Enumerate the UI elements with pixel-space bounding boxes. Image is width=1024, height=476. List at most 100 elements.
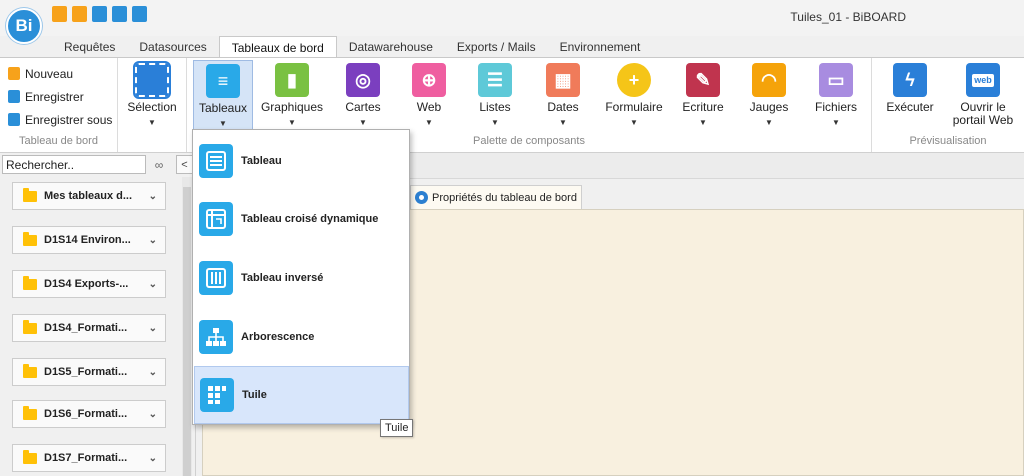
folder-icon bbox=[23, 231, 37, 246]
selection-button[interactable]: Sélection ▼ bbox=[118, 60, 186, 132]
vertical-scrollbar[interactable] bbox=[182, 177, 192, 476]
tab-tableaux-de-bord[interactable]: Tableaux de bord bbox=[218, 36, 337, 58]
new-button[interactable]: Nouveau bbox=[0, 62, 117, 85]
gauges-button[interactable]: ◠ Jauges ▼ bbox=[739, 60, 799, 132]
form-button[interactable]: + Formulaire ▼ bbox=[601, 60, 667, 132]
scrollbar-thumb[interactable] bbox=[183, 187, 191, 476]
new-label: Nouveau bbox=[25, 66, 74, 81]
lightning-icon: ϟ bbox=[893, 63, 927, 97]
web-label: Web bbox=[416, 100, 442, 114]
chevron-down-icon[interactable]: ⌄ bbox=[149, 191, 157, 202]
folder-item[interactable]: D1S7_Formati... ⌄ bbox=[12, 444, 166, 472]
save-icon[interactable] bbox=[92, 6, 107, 22]
menu-item-label: Tableau inversé bbox=[241, 272, 324, 284]
files-label: Fichiers bbox=[814, 100, 857, 114]
ribbon: Nouveau Enregistrer Enregistrer sous Tab… bbox=[0, 57, 1024, 153]
execute-button[interactable]: ϟ Exécuter bbox=[880, 60, 940, 132]
window-icon[interactable] bbox=[132, 6, 147, 22]
preview-group: ϟ Exécuter web Ouvrir le portail Web Pré… bbox=[872, 58, 1024, 152]
chevron-down-icon[interactable]: ⌄ bbox=[149, 453, 157, 464]
save-label: Enregistrer bbox=[25, 89, 84, 104]
lists-button[interactable]: ☰ Listes ▼ bbox=[465, 60, 525, 132]
files-button[interactable]: ▭ Fichiers ▼ bbox=[805, 60, 867, 132]
folder-item[interactable]: D1S4 Exports-... ⌄ bbox=[12, 270, 166, 298]
chevron-down-icon[interactable]: ⌄ bbox=[149, 409, 157, 420]
save-as-button[interactable]: Enregistrer sous bbox=[0, 108, 117, 131]
maps-button[interactable]: ◎ Cartes ▼ bbox=[331, 60, 395, 132]
window-title: Tuiles_01 - BiBOARD bbox=[790, 10, 906, 24]
inverted-table-icon bbox=[199, 261, 233, 295]
tab-datasources[interactable]: Datasources bbox=[127, 36, 218, 58]
folder-icon bbox=[23, 187, 37, 202]
folder-label: Mes tableaux d... bbox=[44, 190, 133, 202]
folder-item[interactable]: D1S6_Formati... ⌄ bbox=[12, 400, 166, 428]
menu-item-tuile[interactable]: Tuile bbox=[194, 366, 409, 424]
web-portal-icon-text: web bbox=[972, 73, 994, 87]
tab-requetes[interactable]: Requêtes bbox=[52, 36, 127, 58]
folder-icon bbox=[23, 275, 37, 290]
charts-button[interactable]: ▮ Graphiques ▼ bbox=[259, 60, 325, 132]
folder-item[interactable]: Mes tableaux d... ⌄ bbox=[12, 182, 166, 210]
maps-label: Cartes bbox=[345, 100, 381, 114]
chevron-down-icon[interactable]: ⌄ bbox=[149, 323, 157, 334]
folder-icon bbox=[23, 319, 37, 334]
chevron-down-icon: ▼ bbox=[491, 118, 499, 127]
dashboard-properties-label: Propriétés du tableau de bord bbox=[432, 191, 577, 204]
pen-icon: ✎ bbox=[686, 63, 720, 97]
chevron-down-icon[interactable]: ⌄ bbox=[149, 235, 157, 246]
web-button[interactable]: ⊕ Web ▼ bbox=[399, 60, 459, 132]
tooltip: Tuile bbox=[380, 419, 414, 437]
edit-icon[interactable] bbox=[112, 6, 127, 22]
gauge-icon: ◠ bbox=[752, 63, 786, 97]
folder-item[interactable]: D1S5_Formati... ⌄ bbox=[12, 358, 166, 386]
chevron-down-icon: ▼ bbox=[288, 118, 296, 127]
collapse-panel-button[interactable]: < bbox=[176, 155, 193, 174]
dates-button[interactable]: ▦ Dates ▼ bbox=[533, 60, 593, 132]
chevron-down-icon: ▼ bbox=[425, 118, 433, 127]
folder-item[interactable]: D1S4_Formati... ⌄ bbox=[12, 314, 166, 342]
menu-item-arborescence[interactable]: Arborescence bbox=[194, 308, 409, 366]
form-label: Formulaire bbox=[605, 100, 663, 114]
selection-icon bbox=[133, 61, 171, 99]
open-web-portal-button[interactable]: web Ouvrir le portail Web bbox=[946, 60, 1020, 132]
tab-exports-mails[interactable]: Exports / Mails bbox=[445, 36, 548, 58]
writing-button[interactable]: ✎ Ecriture ▼ bbox=[673, 60, 733, 132]
quick-access-toolbar bbox=[52, 6, 147, 22]
tables-label: Tableaux bbox=[198, 101, 248, 115]
chevron-down-icon[interactable]: ⌄ bbox=[149, 279, 157, 290]
dates-label: Dates bbox=[547, 100, 579, 114]
menu-item-label: Tableau croisé dynamique bbox=[241, 213, 379, 225]
execute-label: Exécuter bbox=[886, 100, 934, 114]
selection-group: Sélection ▼ bbox=[118, 58, 186, 152]
menu-item-tableau-croise-dynamique[interactable]: Tableau croisé dynamique bbox=[194, 190, 409, 248]
dashboard-file-group: Nouveau Enregistrer Enregistrer sous Tab… bbox=[0, 58, 118, 152]
save-icon bbox=[8, 90, 20, 103]
new-folder-icon[interactable] bbox=[72, 6, 87, 22]
tab-environnement[interactable]: Environnement bbox=[548, 36, 653, 58]
tab-datawarehouse[interactable]: Datawarehouse bbox=[337, 36, 445, 58]
folder-item[interactable]: D1S14 Environ... ⌄ bbox=[12, 226, 166, 254]
tile-icon bbox=[200, 378, 234, 412]
chevron-down-icon: ▼ bbox=[699, 118, 707, 127]
chevron-down-icon: ▼ bbox=[765, 118, 773, 127]
search-input[interactable] bbox=[2, 155, 146, 174]
bar-chart-icon: ▮ bbox=[275, 63, 309, 97]
file-group-label: Tableau de bord bbox=[19, 135, 98, 147]
web-icon: ⊕ bbox=[412, 63, 446, 97]
binoculars-icon[interactable]: ∞ bbox=[148, 156, 170, 173]
selection-label: Sélection bbox=[127, 100, 177, 114]
folder-icon bbox=[23, 449, 37, 464]
new-file-icon[interactable] bbox=[52, 6, 67, 22]
ribbon-tabs: Requêtes Datasources Tableaux de bord Da… bbox=[0, 36, 1024, 58]
table-icon bbox=[199, 144, 233, 178]
writing-label: Ecriture bbox=[682, 100, 724, 114]
menu-item-tableau-inverse[interactable]: Tableau inversé bbox=[194, 249, 409, 307]
save-button[interactable]: Enregistrer bbox=[0, 85, 117, 108]
menu-item-tableau[interactable]: Tableau bbox=[194, 132, 409, 190]
tables-button[interactable]: ≡ Tableaux ▼ bbox=[193, 60, 253, 132]
dashboard-properties-tab[interactable]: Propriétés du tableau de bord bbox=[410, 185, 582, 209]
chevron-down-icon[interactable]: ⌄ bbox=[149, 367, 157, 378]
chevron-down-icon: ▼ bbox=[359, 118, 367, 127]
folder-label: D1S6_Formati... bbox=[44, 408, 128, 420]
app-logo[interactable]: Bi bbox=[6, 8, 42, 44]
